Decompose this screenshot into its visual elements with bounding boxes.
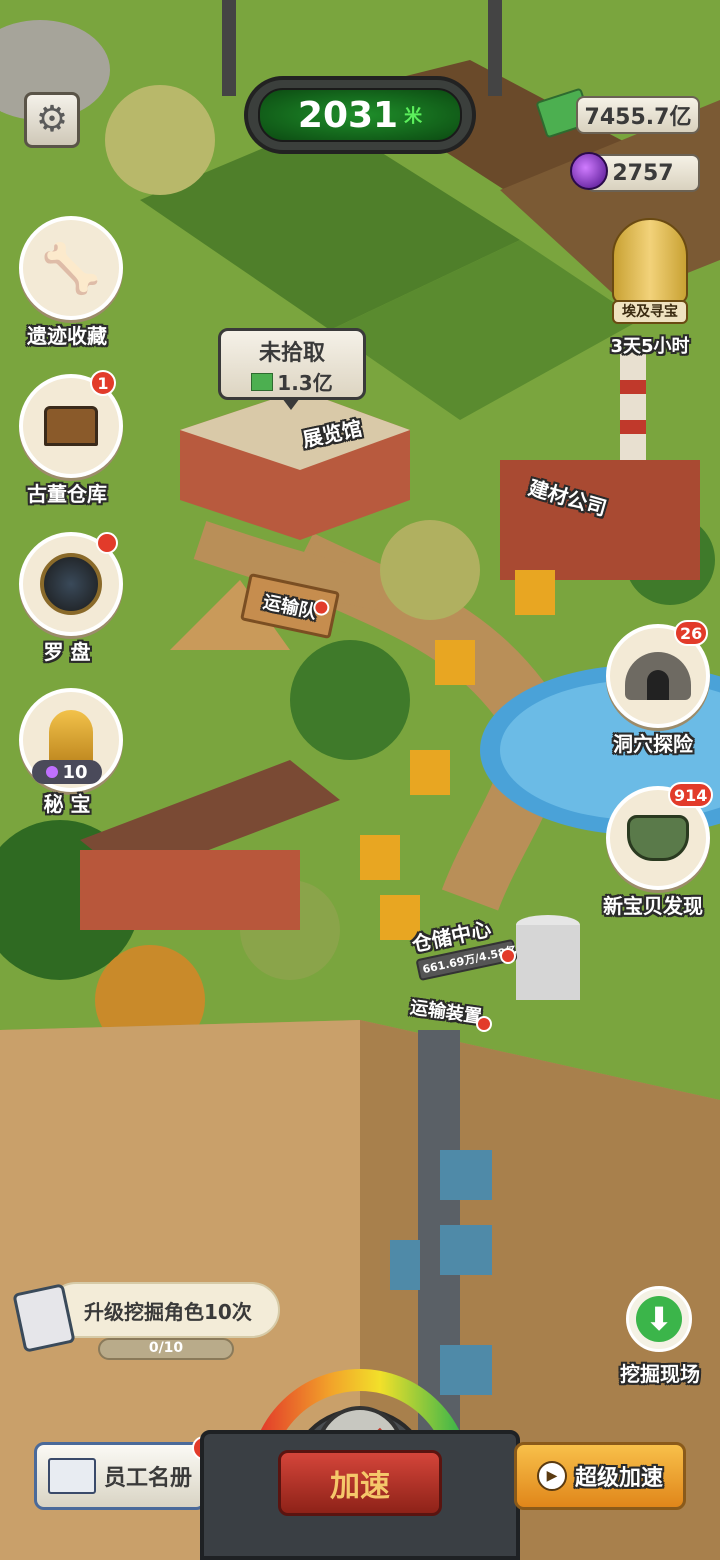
dinosaur-skull-icon: 🦴 (41, 240, 101, 297)
staff-roster-label: 员工名册 (103, 1466, 192, 1491)
new-treasure-discovery-button[interactable]: 914 新宝贝发现 (592, 782, 718, 918)
cave-icon (625, 652, 691, 700)
new-treasure-badge: 914 (668, 782, 714, 808)
settings-button[interactable]: ⚙ (24, 92, 80, 148)
dig-site-button[interactable]: ⬇ 挖掘现场 (610, 1286, 710, 1386)
dig-site-label: 挖掘现场 (620, 1362, 700, 1386)
compass-button[interactable]: 罗 盘 (2, 532, 132, 666)
cash-counter[interactable]: 7455.7亿 (535, 87, 700, 139)
purple-orb-icon (46, 766, 59, 778)
compass-label: 罗 盘 (43, 640, 91, 664)
pharaoh-icon (612, 218, 688, 304)
depth-meter-cable (488, 0, 502, 96)
depth-meter (222, 0, 236, 96)
depth-display: 2031 米 (244, 76, 476, 154)
speed-up-label: 加速 (330, 1469, 390, 1504)
cash-value: 7455.7亿 (576, 96, 700, 134)
depth-unit: 米 (404, 106, 423, 127)
compass-icon (40, 553, 102, 615)
egypt-treasure-event[interactable]: 埃及寻宝 3天5小时 (600, 218, 700, 360)
cave-exploration-badge: 26 (674, 620, 709, 646)
dig-site-circle: ⬇ (626, 1286, 692, 1352)
antique-warehouse-badge: 1 (90, 370, 116, 396)
new-treasure-label: 新宝贝发现 (603, 894, 703, 918)
cash-icon (251, 372, 274, 391)
uncollected-panel[interactable]: 未拾取 1.3亿 (218, 328, 366, 400)
relic-collection-button[interactable]: 🦴 遗迹收藏 (2, 216, 132, 350)
antique-warehouse-label: 古董仓库 (27, 482, 107, 506)
treasure-chest-icon (44, 406, 98, 446)
cave-exploration-button[interactable]: 26 洞穴探险 (592, 620, 718, 756)
uncollected-value: 1.3亿 (277, 371, 333, 395)
gear-icon: ⚙ (35, 99, 69, 140)
relic-collection-label: 遗迹收藏 (27, 324, 107, 348)
id-card-icon (47, 1458, 96, 1494)
antique-warehouse-button[interactable]: 1 古董仓库 (2, 370, 132, 508)
transport-team-label: 运输队 (261, 591, 319, 624)
super-speed-label: 超级加速 (574, 1466, 663, 1491)
egypt-label: 埃及寻宝 (612, 300, 688, 324)
gem-counter[interactable]: 2757 (570, 152, 700, 194)
speed-up-button[interactable]: 加速 (278, 1450, 442, 1516)
compass-notification-dot (96, 532, 118, 554)
egypt-timer: 3天5小时 (610, 336, 690, 357)
secret-treasure-button[interactable]: 10 秘 宝 (2, 688, 132, 818)
cave-exploration-label: 洞穴探险 (613, 732, 693, 756)
secret-treasure-cost-value: 10 (62, 761, 88, 783)
relic-collection-circle: 🦴 (19, 216, 123, 320)
storage-center-dot (500, 948, 516, 964)
bronze-pot-icon (627, 815, 689, 861)
depth-screen: 2031 米 (258, 88, 462, 142)
secret-treasure-label: 秘 宝 (43, 792, 91, 816)
down-arrow-icon: ⬇ (636, 1296, 682, 1342)
staff-roster-button[interactable]: 员工名册 (34, 1442, 206, 1510)
play-icon: ▶ (536, 1461, 567, 1491)
secret-treasure-cost: 10 (32, 760, 102, 784)
super-speed-button[interactable]: ▶ 超级加速 (514, 1442, 686, 1510)
uncollected-pointer (282, 398, 300, 410)
task-progress-text: 0/10 (148, 1340, 184, 1356)
transport-device-dot (476, 1016, 492, 1032)
uncollected-title: 未拾取 (258, 341, 325, 366)
task-title: 升级挖掘角色10次 (84, 1300, 252, 1324)
purple-orb-icon (570, 152, 608, 190)
depth-value: 2031 (297, 94, 399, 136)
